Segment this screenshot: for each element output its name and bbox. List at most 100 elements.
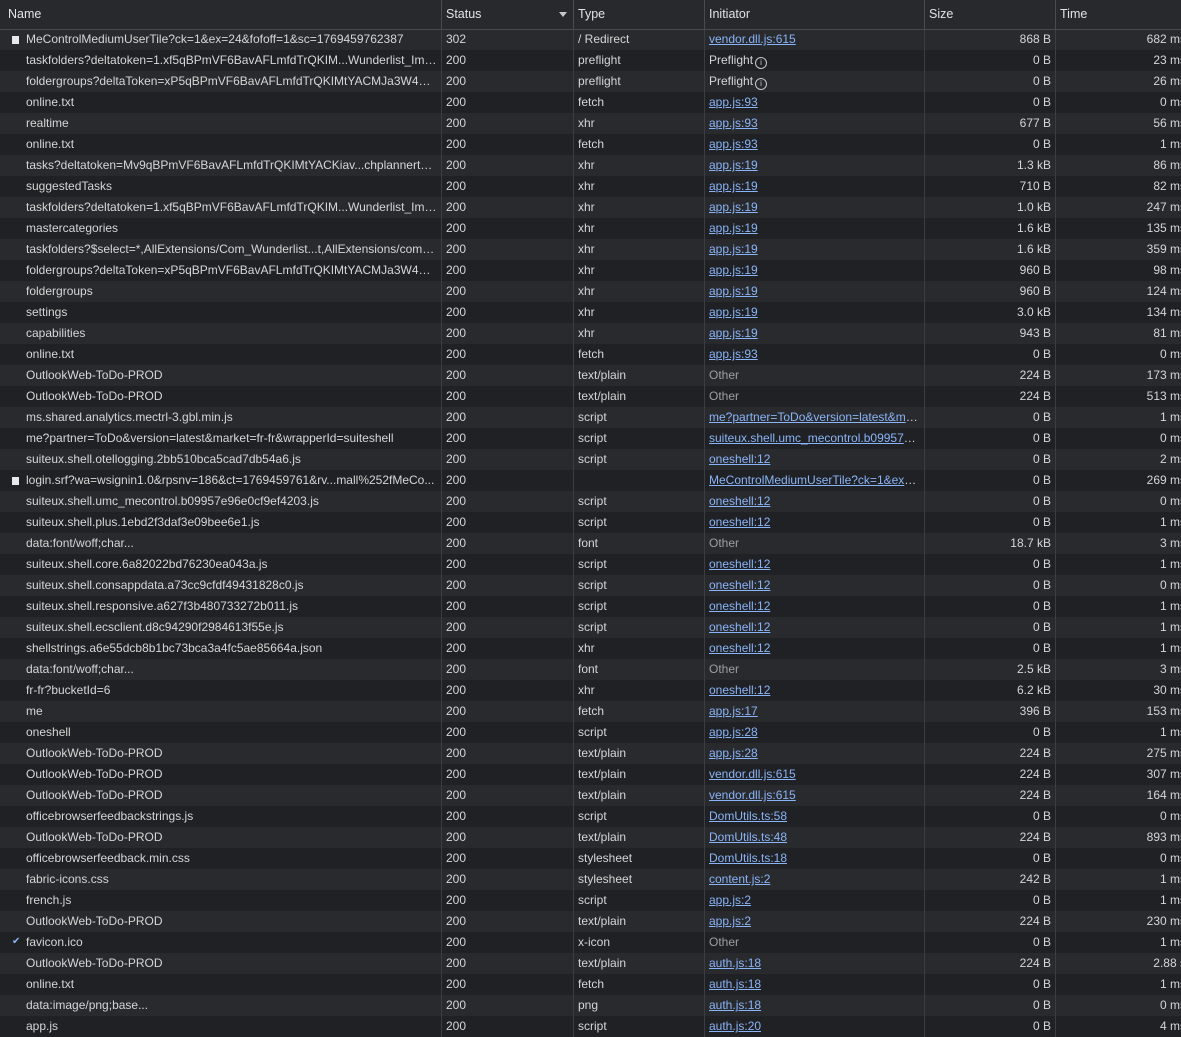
initiator-link[interactable]: DomUtils.ts:48 <box>709 830 787 844</box>
table-row[interactable]: OutlookWeb-ToDo-PROD 200 text/plain Other 22… <box>0 365 1181 386</box>
table-row[interactable]: online.txt 200 fetch app.js:93 0 B 0 ms <box>0 344 1181 365</box>
table-row[interactable]: foldergroups?deltaToken=xP5qBPmVF6BavAFL… <box>0 260 1181 281</box>
request-initiator[interactable]: app.js:19 <box>705 323 924 344</box>
table-row[interactable]: me?partner=ToDo&version=latest&market=fr… <box>0 428 1181 449</box>
initiator-link[interactable]: app.js:19 <box>709 158 758 172</box>
table-row[interactable]: online.txt 200 fetch auth.js:18 0 B 1 ms <box>0 974 1181 995</box>
table-row[interactable]: mastercategories 200 xhr app.js:19 1.6 kB 135… <box>0 218 1181 239</box>
request-initiator[interactable]: vendor.dll.js:615 <box>705 785 924 806</box>
request-initiator[interactable]: app.js:19 <box>705 176 924 197</box>
table-row[interactable]: foldergroups 200 xhr app.js:19 960 B 124 ms <box>0 281 1181 302</box>
request-name[interactable]: suiteux.shell.plus.1ebd2f3daf3e09bee6e1.… <box>0 512 441 533</box>
request-initiator[interactable]: app.js:93 <box>705 92 924 113</box>
request-name[interactable]: me?partner=ToDo&version=latest&market=fr… <box>0 428 441 449</box>
request-initiator[interactable]: auth.js:18 <box>705 953 924 974</box>
request-name[interactable]: suiteux.shell.consappdata.a73cc9cfdf4943… <box>0 575 441 596</box>
request-initiator[interactable]: DomUtils.ts:58 <box>705 806 924 827</box>
request-initiator[interactable]: app.js:19 <box>705 260 924 281</box>
request-name[interactable]: foldergroups <box>0 281 441 302</box>
table-row[interactable]: officebrowserfeedback.min.css 200 styleshe… <box>0 848 1181 869</box>
initiator-link[interactable]: app.js:93 <box>709 137 758 151</box>
table-row[interactable]: suiteux.shell.otellogging.2bb510bca5cad7… <box>0 449 1181 470</box>
table-row[interactable]: capabilities 200 xhr app.js:19 943 B 81 ms <box>0 323 1181 344</box>
request-name[interactable]: MeControlMediumUserTile?ck=1&ex=24&fofof… <box>0 29 441 50</box>
info-icon[interactable]: i <box>755 78 768 90</box>
request-initiator[interactable]: app.js:28 <box>705 743 924 764</box>
request-initiator[interactable]: DomUtils.ts:18 <box>705 848 924 869</box>
initiator-link[interactable]: app.js:19 <box>709 284 758 298</box>
initiator-link[interactable]: app.js:19 <box>709 263 758 277</box>
initiator-link[interactable]: app.js:19 <box>709 179 758 193</box>
request-name[interactable]: me <box>0 701 441 722</box>
table-row[interactable]: OutlookWeb-ToDo-PROD 200 text/plain app.js:… <box>0 911 1181 932</box>
request-initiator[interactable]: app.js:93 <box>705 134 924 155</box>
request-name[interactable]: OutlookWeb-ToDo-PROD <box>0 827 441 848</box>
request-name[interactable]: tasks?deltatoken=Mv9qBPmVF6BavAFLmfdTrQK… <box>0 155 441 176</box>
table-row[interactable]: login.srf?wa=wsignin1.0&rpsnv=186&ct=176… <box>0 470 1181 491</box>
initiator-link[interactable]: app.js:19 <box>709 305 758 319</box>
header-time[interactable]: Time <box>1056 0 1091 29</box>
table-row[interactable]: settings 200 xhr app.js:19 3.0 kB 134 ms <box>0 302 1181 323</box>
table-row[interactable]: OutlookWeb-ToDo-PROD 200 text/plain vendor.… <box>0 785 1181 806</box>
initiator-link[interactable]: app.js:19 <box>709 242 758 256</box>
table-row[interactable]: OutlookWeb-ToDo-PROD 200 text/plain DomUtil… <box>0 827 1181 848</box>
table-row[interactable]: OutlookWeb-ToDo-PROD 200 text/plain auth.js… <box>0 953 1181 974</box>
header-status[interactable]: Status <box>442 0 485 29</box>
table-row[interactable]: OutlookWeb-ToDo-PROD 200 text/plain Other 22… <box>0 386 1181 407</box>
table-row[interactable]: data:font/woff;char... 200 font Other 2.5 kB… <box>0 659 1181 680</box>
request-name[interactable]: OutlookWeb-ToDo-PROD <box>0 764 441 785</box>
table-row[interactable]: suiteux.shell.consappdata.a73cc9cfdf4943… <box>0 575 1181 596</box>
request-name[interactable]: capabilities <box>0 323 441 344</box>
request-name[interactable]: officebrowserfeedbackstrings.js <box>0 806 441 827</box>
request-initiator[interactable]: app.js:19 <box>705 281 924 302</box>
request-name[interactable]: shellstrings.a6e55dcb8b1bc73bca3a4fc5ae8… <box>0 638 441 659</box>
initiator-link[interactable]: content.js:2 <box>709 872 770 886</box>
request-initiator[interactable]: content.js:2 <box>705 869 924 890</box>
table-row[interactable]: OutlookWeb-ToDo-PROD 200 text/plain vendor.… <box>0 764 1181 785</box>
request-name[interactable]: settings <box>0 302 441 323</box>
initiator-link[interactable]: app.js:28 <box>709 746 758 760</box>
table-row[interactable]: me 200 fetch app.js:17 396 B 153 ms <box>0 701 1181 722</box>
table-row[interactable]: taskfolders?$select=*,AllExtensions/Com_… <box>0 239 1181 260</box>
request-name[interactable]: OutlookWeb-ToDo-PROD <box>0 365 441 386</box>
request-name[interactable]: online.txt <box>0 92 441 113</box>
request-initiator[interactable]: oneshell:12 <box>705 554 924 575</box>
request-initiator[interactable]: app.js:93 <box>705 344 924 365</box>
request-initiator[interactable]: suiteux.shell.umc_mecontrol.b09957e....j… <box>705 428 924 449</box>
request-initiator[interactable]: oneshell:12 <box>705 617 924 638</box>
header-initiator[interactable]: Initiator <box>705 0 754 29</box>
request-name[interactable]: favicon.ico <box>0 932 441 953</box>
table-row[interactable]: shellstrings.a6e55dcb8b1bc73bca3a4fc5ae8… <box>0 638 1181 659</box>
table-row[interactable]: OutlookWeb-ToDo-PROD 200 text/plain app.js:… <box>0 743 1181 764</box>
request-name[interactable]: french.js <box>0 890 441 911</box>
request-name[interactable]: online.txt <box>0 974 441 995</box>
request-name[interactable]: online.txt <box>0 134 441 155</box>
initiator-link[interactable]: vendor.dll.js:615 <box>709 32 796 46</box>
request-initiator[interactable]: auth.js:20 <box>705 1016 924 1037</box>
initiator-link[interactable]: app.js:93 <box>709 347 758 361</box>
request-initiator[interactable]: oneshell:12 <box>705 491 924 512</box>
request-name[interactable]: suiteux.shell.otellogging.2bb510bca5cad7… <box>0 449 441 470</box>
request-name[interactable]: realtime <box>0 113 441 134</box>
request-initiator[interactable]: oneshell:12 <box>705 680 924 701</box>
request-name[interactable]: fabric-icons.css <box>0 869 441 890</box>
request-initiator[interactable]: app.js:19 <box>705 197 924 218</box>
table-row[interactable]: MeControlMediumUserTile?ck=1&ex=24&fofof… <box>0 29 1181 50</box>
initiator-link[interactable]: app.js:93 <box>709 95 758 109</box>
table-row[interactable]: realtime 200 xhr app.js:93 677 B 56 ms <box>0 113 1181 134</box>
request-name[interactable]: OutlookWeb-ToDo-PROD <box>0 911 441 932</box>
request-name[interactable]: fr-fr?bucketId=6 <box>0 680 441 701</box>
initiator-link[interactable]: app.js:93 <box>709 116 758 130</box>
table-row[interactable]: fr-fr?bucketId=6 200 xhr oneshell:12 6.2 kB 3… <box>0 680 1181 701</box>
header-type[interactable]: Type <box>574 0 609 29</box>
initiator-link[interactable]: me?partner=ToDo&version=latest&market <box>709 410 924 424</box>
initiator-link[interactable]: auth.js:18 <box>709 956 761 970</box>
request-initiator[interactable]: auth.js:18 <box>705 995 924 1016</box>
initiator-link[interactable]: vendor.dll.js:615 <box>709 788 796 802</box>
initiator-link[interactable]: auth.js:18 <box>709 977 761 991</box>
initiator-link[interactable]: oneshell:12 <box>709 620 770 634</box>
request-name[interactable]: officebrowserfeedback.min.css <box>0 848 441 869</box>
table-row[interactable]: online.txt 200 fetch app.js:93 0 B 0 ms <box>0 92 1181 113</box>
initiator-link[interactable]: app.js:2 <box>709 914 751 928</box>
initiator-link[interactable]: oneshell:12 <box>709 599 770 613</box>
